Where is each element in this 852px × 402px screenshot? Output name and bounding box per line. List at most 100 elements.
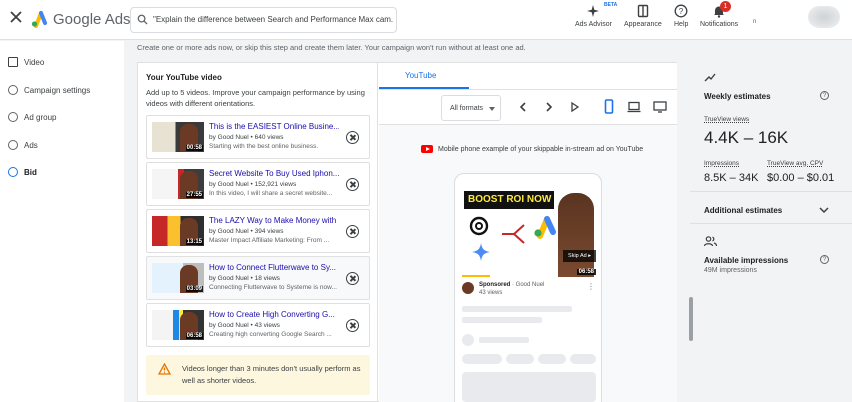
trueview-views-label[interactable]: TrueView views <box>704 116 749 123</box>
next-icon[interactable] <box>544 101 554 113</box>
appearance-label: Appearance <box>624 21 662 28</box>
remove-video-icon[interactable] <box>346 131 359 144</box>
ads-advisor-button[interactable]: Ads Advisor <box>575 4 612 28</box>
remove-video-icon[interactable] <box>346 319 359 332</box>
remove-video-icon[interactable] <box>346 225 359 238</box>
google-ads-logo-icon <box>31 11 47 28</box>
help-icon[interactable]: ? <box>820 91 829 100</box>
video-meta: by Good Nuel • 152,921 views <box>209 181 297 188</box>
format-select-value: All formats <box>450 105 484 112</box>
appearance-button[interactable]: Appearance <box>624 4 662 28</box>
dropdown-caret-icon <box>489 107 495 111</box>
ad-video-player[interactable]: BOOST ROI NOW Skip Ad ▸ 06:58 <box>462 189 598 277</box>
svg-text:?: ? <box>679 7 684 16</box>
preview-caption: Mobile phone example of your skippable i… <box>421 145 643 153</box>
sparkle-icon <box>587 5 600 17</box>
ad-duration: 06:58 <box>576 269 596 275</box>
video-meta: by Good Nuel • 394 views <box>209 228 284 235</box>
brand-name: Google Ads <box>53 11 131 28</box>
video-description: Master Impact Affiliate Marketing: From … <box>209 237 330 244</box>
notifications-label: Notifications <box>700 21 739 28</box>
placeholder-chip <box>538 354 566 364</box>
active-tab-indicator <box>379 87 469 89</box>
video-title[interactable]: Secret Website To Buy Used Iphon... <box>209 169 339 178</box>
section-description: Add up to 5 videos. Improve your campaig… <box>146 88 365 108</box>
account-name[interactable]: n <box>753 19 756 25</box>
desktop-icon[interactable] <box>653 101 667 113</box>
video-thumbnail: 03:09 <box>152 263 204 293</box>
skip-ad-button[interactable]: Skip Ad ▸ <box>563 250 596 262</box>
warning-text: Videos longer than 3 minutes don't usual… <box>182 364 361 385</box>
search-input[interactable]: "Explain the difference between Search a… <box>153 15 393 24</box>
top-bar: Google Ads "Explain the difference betwe… <box>0 0 852 40</box>
placeholder-block <box>462 372 596 402</box>
nav-item-bid[interactable]: Bid <box>8 167 37 177</box>
video-item[interactable]: 00:58 This is the EASIEST Online Busine.… <box>146 115 370 159</box>
account-avatar[interactable] <box>808 6 840 28</box>
gemini-star-icon <box>472 243 490 261</box>
nav-item-ads[interactable]: Ads <box>8 140 38 150</box>
cpv-label[interactable]: TrueView avg. CPV <box>767 160 823 167</box>
remove-video-icon[interactable] <box>346 178 359 191</box>
chevron-down-icon[interactable] <box>819 206 829 214</box>
video-title[interactable]: How to Connect Flutterwave to Sy... <box>209 263 339 272</box>
impressions-label[interactable]: Impressions <box>704 160 739 167</box>
video-description: Connecting Flutterwave to Systeme is now… <box>209 284 337 291</box>
help-label: Help <box>674 21 689 28</box>
video-duration: 27:55 <box>185 192 203 198</box>
video-duration: 00:58 <box>185 145 203 151</box>
notifications-button[interactable]: Notifications <box>700 4 738 28</box>
more-options-icon[interactable]: ⋮ <box>587 282 595 291</box>
placeholder-line <box>479 337 529 343</box>
video-item[interactable]: 03:09 How to Connect Flutterwave to Sy..… <box>146 256 370 300</box>
video-item[interactable]: 06:58 How to Create High Converting G...… <box>146 303 370 347</box>
video-title[interactable]: This is the EASIEST Online Busine... <box>209 122 339 131</box>
play-icon[interactable] <box>570 101 580 113</box>
nav-item-campaign-settings[interactable]: Campaign settings <box>8 85 90 95</box>
youtube-video-panel: Your YouTube video Add up to 5 videos. I… <box>138 63 378 402</box>
close-icon[interactable] <box>8 9 24 25</box>
video-thumbnail: 00:58 <box>152 122 204 152</box>
people-icon <box>704 236 717 247</box>
video-thumbnail: 06:58 <box>152 310 204 340</box>
video-item[interactable]: 27:55 Secret Website To Buy Used Iphon..… <box>146 162 370 206</box>
step-circle-icon <box>8 112 18 122</box>
arrows-icon <box>502 224 525 244</box>
ad-progress-bar <box>462 275 490 277</box>
mobile-device-icon[interactable] <box>604 99 614 114</box>
help-button[interactable]: ? Help <box>674 4 688 28</box>
impressions-value: 8.5K – 34K <box>704 172 759 184</box>
palette-icon <box>637 4 649 18</box>
placeholder-line <box>462 306 572 312</box>
weekly-estimates-title: Weekly estimates <box>704 92 771 101</box>
preview-caption-text: Mobile phone example of your skippable i… <box>438 145 644 153</box>
available-impressions-title: Available impressions <box>704 256 789 265</box>
format-select[interactable]: All formats <box>441 95 501 121</box>
laptop-icon[interactable] <box>627 101 641 113</box>
placeholder-line <box>462 317 542 323</box>
help-icon: ? <box>674 4 688 18</box>
placeholder-avatar <box>462 334 474 346</box>
ad-builder-card: Your YouTube video Add up to 5 videos. I… <box>137 62 677 402</box>
remove-video-icon[interactable] <box>346 272 359 285</box>
chatgpt-logo-icon <box>469 216 489 236</box>
estimates-panel: Weekly estimates ? TrueView views 4.4K –… <box>690 62 852 402</box>
tab-youtube[interactable]: YouTube <box>405 71 436 80</box>
nav-item-ad-group[interactable]: Ad group <box>8 112 56 122</box>
video-item[interactable]: 13:15 The LAZY Way to Make Money with ..… <box>146 209 370 253</box>
divider <box>690 223 852 224</box>
step-circle-icon <box>8 85 18 95</box>
video-description: Creating high converting Google Search .… <box>209 331 332 338</box>
video-title[interactable]: How to Create High Converting G... <box>209 310 339 319</box>
search-bar[interactable]: "Explain the difference between Search a… <box>130 7 397 33</box>
help-icon[interactable]: ? <box>820 255 829 264</box>
additional-estimates-toggle[interactable]: Additional estimates <box>704 206 782 215</box>
video-meta: by Good Nuel • 640 views <box>209 134 284 141</box>
nav-item-label: Ad group <box>24 112 57 122</box>
sponsored-line: Sponsored · Good Nuel <box>479 282 544 288</box>
previous-icon[interactable] <box>518 101 528 113</box>
nav-item-video[interactable]: Video <box>8 57 44 67</box>
placeholder-chip <box>462 354 502 364</box>
video-title[interactable]: The LAZY Way to Make Money with ... <box>209 216 339 225</box>
placeholder-chip <box>570 354 596 364</box>
